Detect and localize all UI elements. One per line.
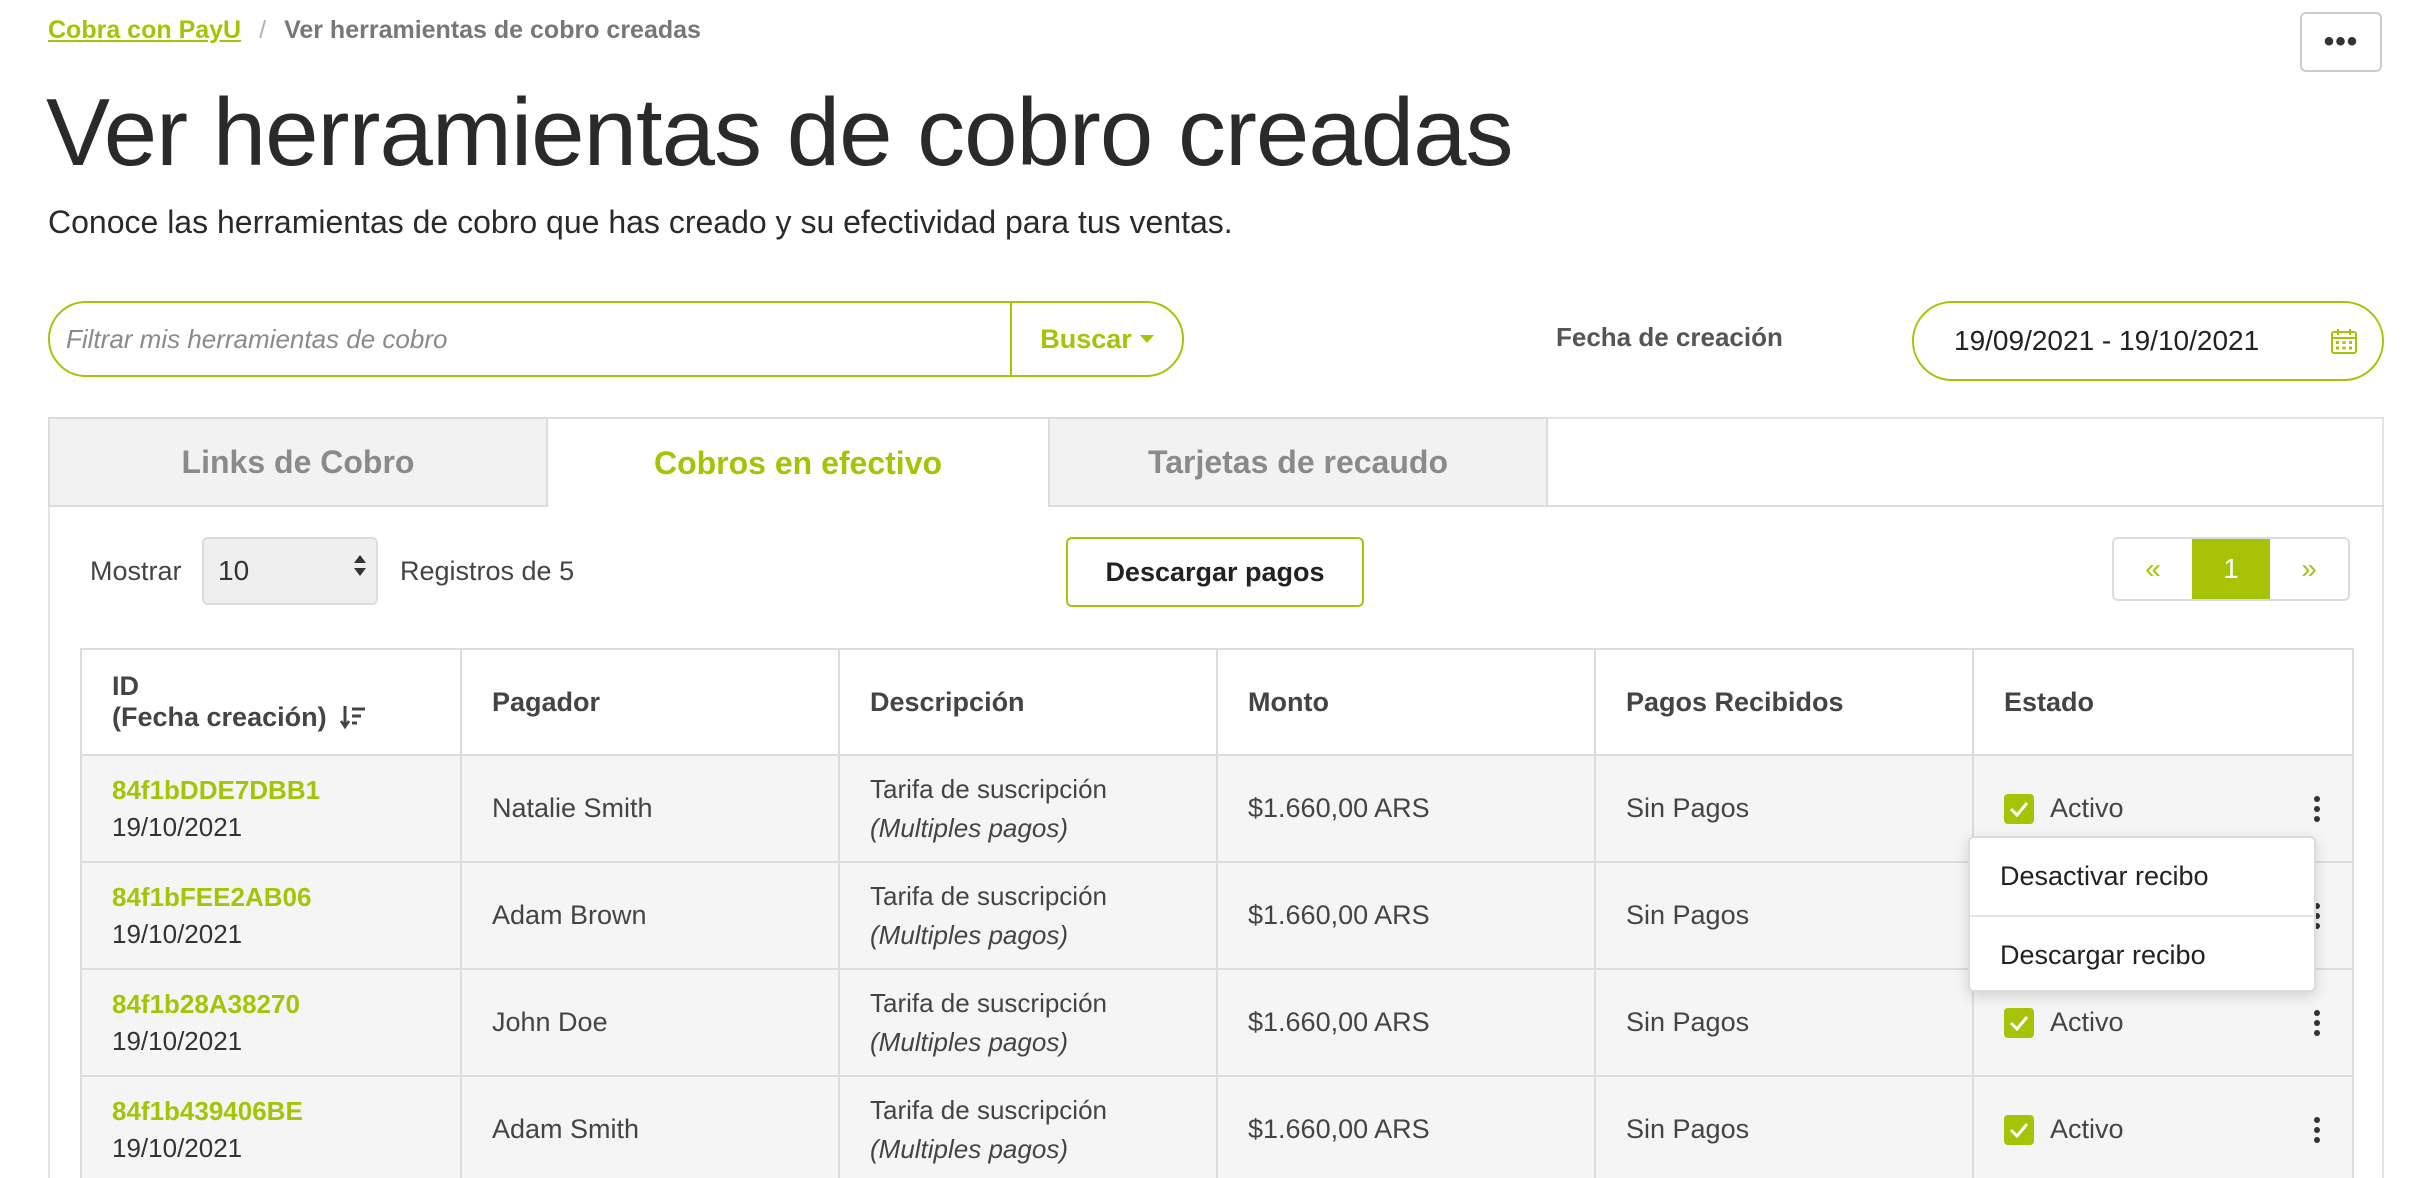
- date-filter-label: Fecha de creación: [1556, 322, 1783, 352]
- cell-amount: $1.660,00 ARS: [1216, 754, 1596, 863]
- header-description: Descripción: [838, 648, 1218, 756]
- sort-descending-icon[interactable]: [340, 704, 366, 730]
- row-description-sub: (Multiples pagos): [870, 919, 1068, 950]
- cell-payer: Adam Brown: [460, 861, 840, 970]
- pagination-page-1[interactable]: 1: [2192, 539, 2270, 599]
- date-range-value: 19/09/2021 - 19/10/2021: [1954, 325, 2260, 356]
- tab-cobros-en-efectivo[interactable]: Cobros en efectivo: [548, 417, 1048, 507]
- search-input[interactable]: [50, 303, 1010, 375]
- calendar-icon[interactable]: [2330, 327, 2358, 355]
- breadcrumb: Cobra con PayU / Ver herramientas de cob…: [48, 16, 701, 45]
- page-size-select[interactable]: 10: [202, 537, 378, 605]
- row-id-link[interactable]: 84f1b439406BE: [112, 1096, 430, 1127]
- menu-item-deactivate-receipt[interactable]: Desactivar recibo: [1970, 838, 2314, 915]
- cell-payments: Sin Pagos: [1594, 754, 1974, 863]
- search-button[interactable]: Buscar: [1010, 303, 1182, 375]
- row-description: Tarifa de suscripción: [870, 1094, 1107, 1125]
- header-id-label: ID: [112, 671, 139, 701]
- header-id[interactable]: ID (Fecha creación): [80, 648, 462, 756]
- row-date: 19/10/2021: [112, 1025, 243, 1056]
- cell-payer: Natalie Smith: [460, 754, 840, 863]
- table-header-row: ID (Fecha creación) Pagador Descripción …: [80, 648, 2354, 756]
- cell-payments: Sin Pagos: [1594, 861, 1974, 970]
- records-count: Registros de 5: [400, 556, 575, 586]
- pagination-next[interactable]: »: [2270, 539, 2348, 599]
- tab-tarjetas-de-recaudo[interactable]: Tarjetas de recaudo: [1048, 417, 1548, 507]
- cell-amount: $1.660,00 ARS: [1216, 968, 1596, 1077]
- row-id-link[interactable]: 84f1bFEE2AB06: [112, 882, 430, 913]
- cell-id: 84f1bDDE7DBB1 19/10/2021: [80, 754, 462, 863]
- search-bar: Buscar: [48, 301, 1184, 377]
- menu-item-download-receipt[interactable]: Descargar recibo: [1970, 917, 2314, 994]
- cell-description: Tarifa de suscripción (Multiples pagos): [838, 754, 1218, 863]
- breadcrumb-separator: /: [259, 16, 267, 44]
- page-title: Ver herramientas de cobro creadas: [46, 79, 1513, 186]
- row-menu-icon[interactable]: [2314, 1009, 2322, 1036]
- row-menu-icon[interactable]: [2314, 795, 2322, 822]
- row-id-link[interactable]: 84f1bDDE7DBB1: [112, 775, 430, 806]
- row-description: Tarifa de suscripción: [870, 987, 1107, 1018]
- page-subtitle: Conoce las herramientas de cobro que has…: [48, 204, 1233, 240]
- cell-payer: John Doe: [460, 968, 840, 1077]
- row-description: Tarifa de suscripción: [870, 773, 1107, 804]
- more-options-button[interactable]: •••: [2300, 12, 2382, 72]
- pagination-prev[interactable]: «: [2114, 539, 2192, 599]
- cell-description: Tarifa de suscripción (Multiples pagos): [838, 968, 1218, 1077]
- header-id-sub: (Fecha creación): [112, 702, 327, 732]
- row-state: Activo: [2050, 1114, 2124, 1144]
- row-date: 19/10/2021: [112, 1132, 243, 1163]
- breadcrumb-current: Ver herramientas de cobro creadas: [284, 16, 701, 44]
- cell-amount: $1.660,00 ARS: [1216, 861, 1596, 970]
- row-id-link[interactable]: 84f1b28A38270: [112, 989, 430, 1020]
- pagination: « 1 »: [2112, 537, 2350, 601]
- row-context-menu: Desactivar recibo Descargar recibo: [1968, 836, 2316, 992]
- cell-payer: Adam Smith: [460, 1075, 840, 1178]
- row-date: 19/10/2021: [112, 811, 243, 842]
- row-menu-icon[interactable]: [2314, 1116, 2322, 1143]
- cell-payments: Sin Pagos: [1594, 968, 1974, 1077]
- tab-links-de-cobro[interactable]: Links de Cobro: [48, 417, 548, 507]
- download-payments-button[interactable]: Descargar pagos: [1066, 537, 1364, 607]
- select-arrows-icon: [354, 555, 366, 576]
- page-size-value: 10: [218, 555, 250, 586]
- search-button-label: Buscar: [1040, 323, 1132, 354]
- header-payments: Pagos Recibidos: [1594, 648, 1974, 756]
- header-state: Estado: [1972, 648, 2354, 756]
- cell-state: Activo: [1972, 1075, 2354, 1178]
- show-label: Mostrar: [90, 556, 182, 586]
- header-amount: Monto: [1216, 648, 1596, 756]
- header-payer: Pagador: [460, 648, 840, 756]
- cell-description: Tarifa de suscripción (Multiples pagos): [838, 861, 1218, 970]
- row-state: Activo: [2050, 793, 2124, 823]
- active-check-icon[interactable]: [2004, 1007, 2034, 1038]
- cell-description: Tarifa de suscripción (Multiples pagos): [838, 1075, 1218, 1178]
- cell-payments: Sin Pagos: [1594, 1075, 1974, 1178]
- date-range-field[interactable]: 19/09/2021 - 19/10/2021: [1912, 301, 2384, 381]
- row-description: Tarifa de suscripción: [870, 880, 1107, 911]
- chevron-down-icon: [1139, 335, 1154, 343]
- active-check-icon[interactable]: [2004, 793, 2034, 824]
- cell-id: 84f1bFEE2AB06 19/10/2021: [80, 861, 462, 970]
- cell-id: 84f1b28A38270 19/10/2021: [80, 968, 462, 1077]
- cell-id: 84f1b439406BE 19/10/2021: [80, 1075, 462, 1178]
- active-check-icon[interactable]: [2004, 1114, 2034, 1145]
- row-description-sub: (Multiples pagos): [870, 1133, 1068, 1164]
- row-description-sub: (Multiples pagos): [870, 1026, 1068, 1057]
- row-state: Activo: [2050, 1007, 2124, 1037]
- table-row: 84f1b439406BE 19/10/2021 Adam Smith Tari…: [80, 1075, 2354, 1178]
- breadcrumb-link-cobra[interactable]: Cobra con PayU: [48, 16, 241, 45]
- row-description-sub: (Multiples pagos): [870, 812, 1068, 843]
- row-date: 19/10/2021: [112, 918, 243, 949]
- cell-amount: $1.660,00 ARS: [1216, 1075, 1596, 1178]
- tab-divider: [1548, 505, 2384, 507]
